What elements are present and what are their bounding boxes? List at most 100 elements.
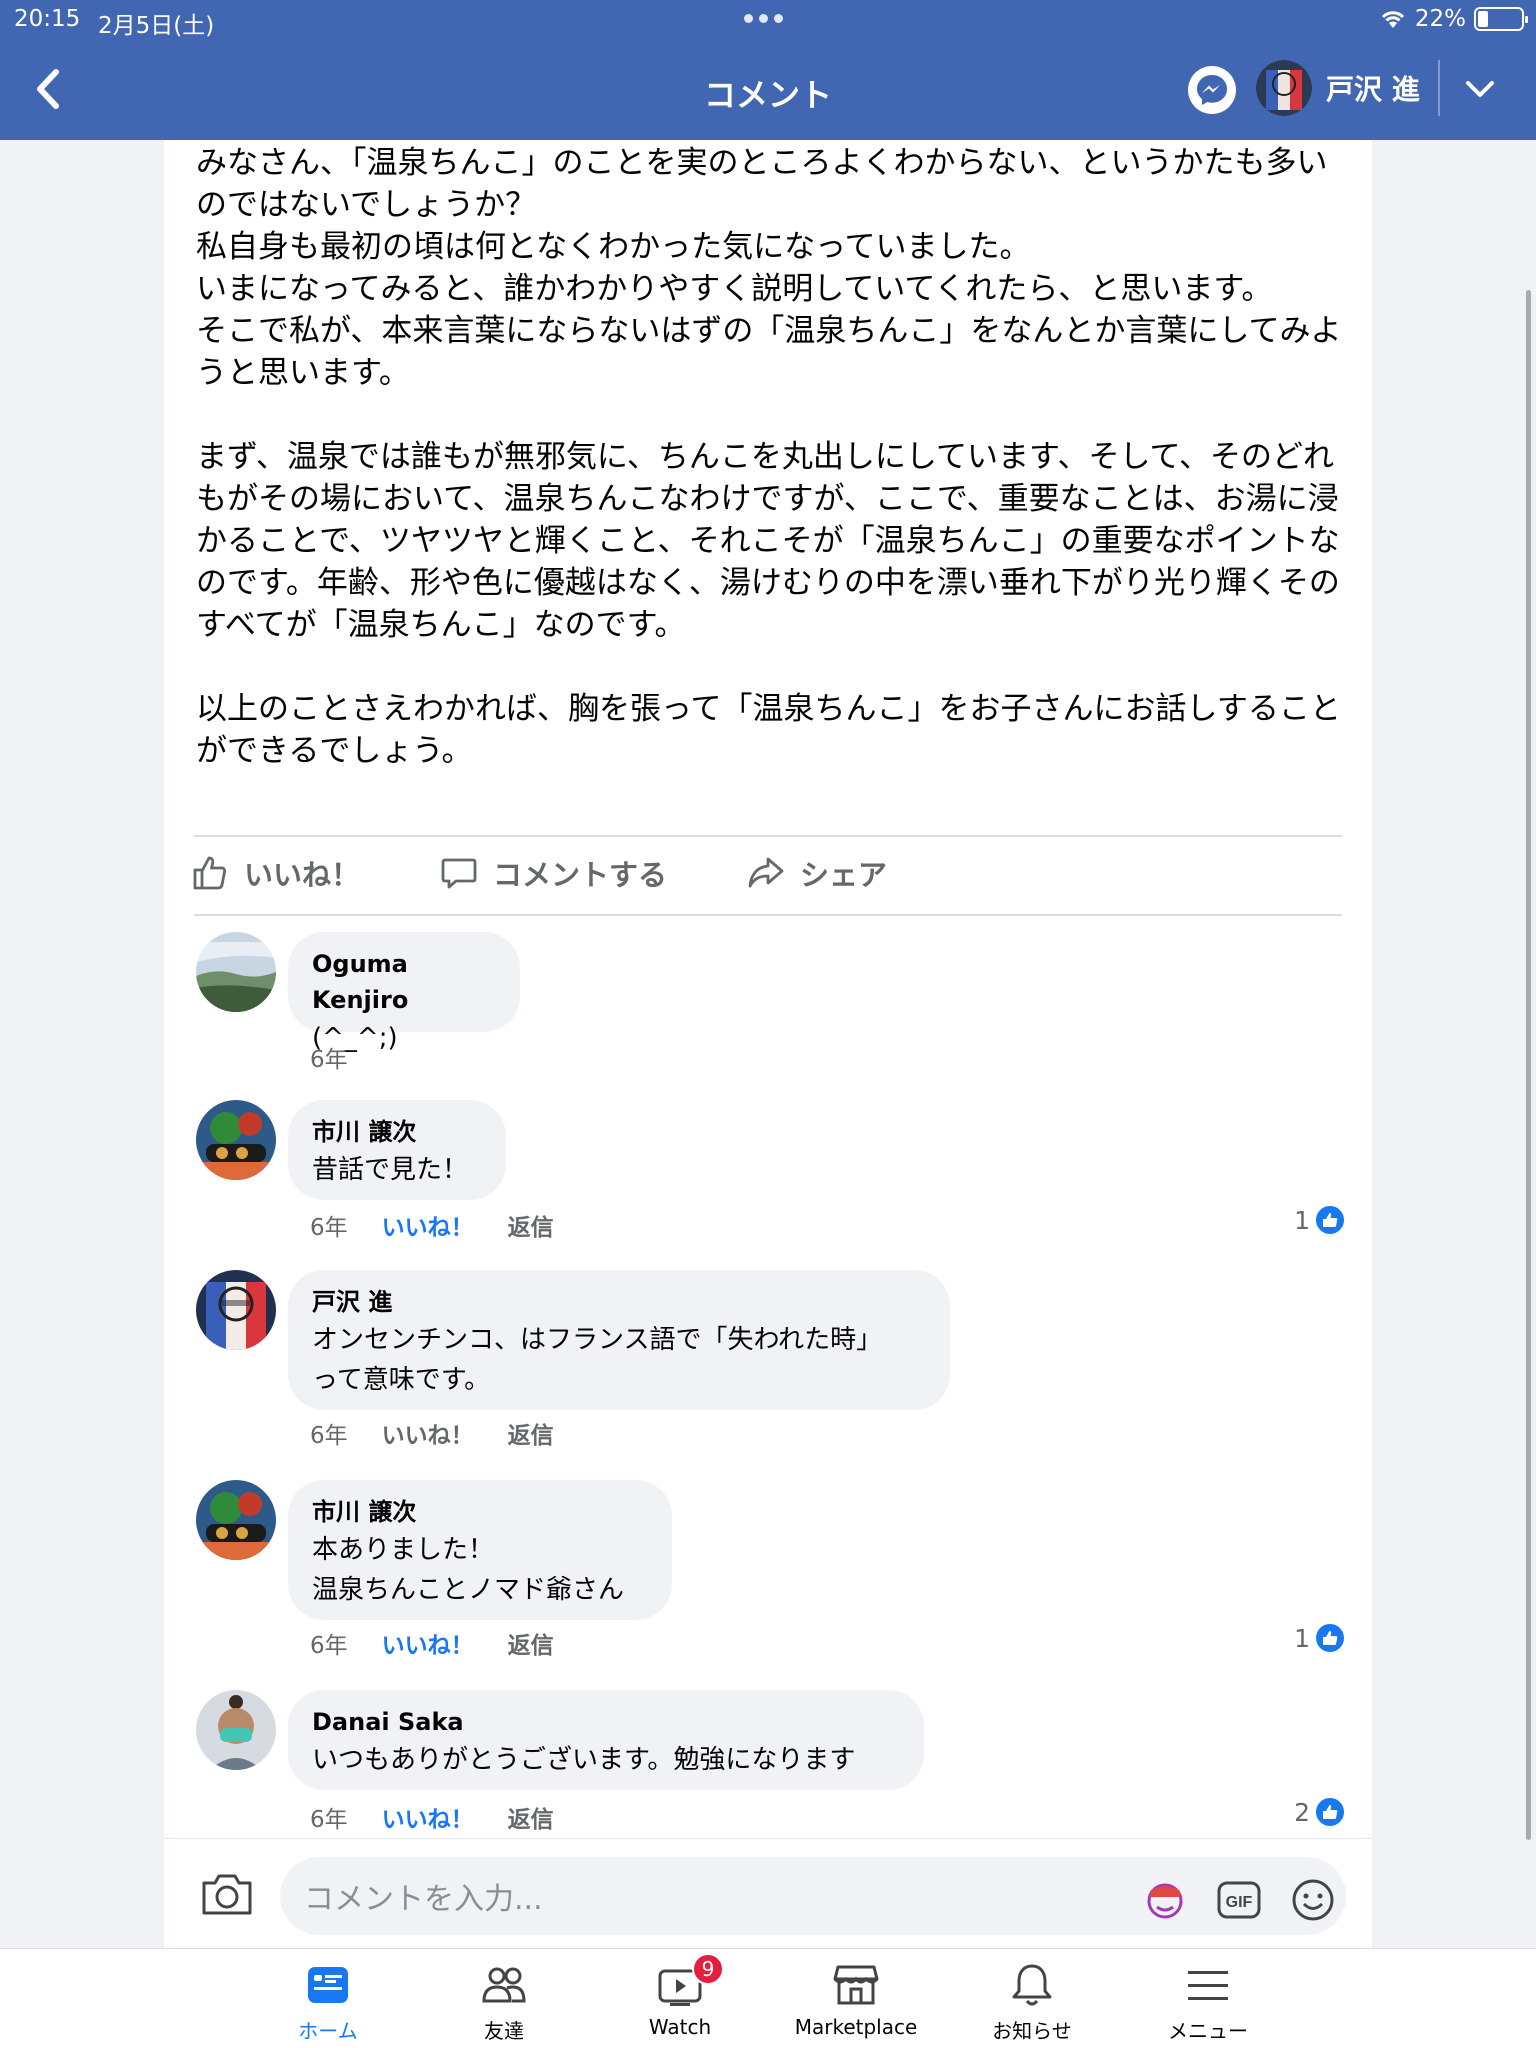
comment-meta: 6年 いいね！ 返信 xyxy=(310,1208,554,1242)
commenter-name[interactable]: Danai Saka xyxy=(312,1704,900,1740)
comment-time[interactable]: 6年 xyxy=(310,1800,348,1834)
bell-icon xyxy=(1012,1964,1052,2006)
comment-time[interactable]: 6年 xyxy=(310,1626,348,1660)
reaction-count[interactable]: 2 xyxy=(1294,1796,1346,1828)
post-panel: みなさん、「温泉ちんこ」のことを実のところよくわからない、というかたも多いのでは… xyxy=(164,140,1372,1948)
commenter-avatar[interactable] xyxy=(196,1100,276,1180)
share-label: シェア xyxy=(800,858,888,892)
tab-notifications-label: お知らせ xyxy=(992,2019,1072,2043)
tab-friends-label: 友達 xyxy=(484,2019,524,2043)
commenter-avatar[interactable] xyxy=(196,932,276,1012)
comment-time[interactable]: 6年 xyxy=(310,1208,348,1242)
wifi-icon xyxy=(1381,11,1404,28)
comment-button[interactable]: コメントする xyxy=(439,852,667,894)
speech-bubble-icon xyxy=(441,858,477,889)
comment-text: オンセンチンコ、はフランス語で「失われた時」 って意味です。 xyxy=(312,1325,883,1395)
comment-like-button[interactable]: いいね！ xyxy=(382,1800,474,1834)
home-feed-icon xyxy=(308,1967,348,2003)
comment-like-button[interactable]: いいね！ xyxy=(382,1626,474,1660)
comment-like-button[interactable]: いいね！ xyxy=(382,1208,474,1242)
comment-like-button[interactable]: いいね！ xyxy=(382,1416,474,1450)
gif-icon[interactable]: GIF xyxy=(1216,1877,1262,1923)
header-username: 戸沢 進 xyxy=(1326,73,1420,106)
scrollbar[interactable] xyxy=(1526,290,1531,1840)
like-reaction-icon xyxy=(1314,1622,1346,1654)
status-time: 20:15 xyxy=(14,6,81,32)
divider xyxy=(194,835,1342,837)
reaction-number: 1 xyxy=(1294,1623,1310,1653)
tab-menu-label: メニュー xyxy=(1168,2019,1248,2043)
divider xyxy=(194,914,1342,916)
svg-text:GIF: GIF xyxy=(1226,1894,1253,1911)
messenger-button[interactable] xyxy=(1188,66,1236,114)
commenter-name[interactable]: Oguma Kenjiro xyxy=(312,946,496,1018)
comment: 戸沢 進 オンセンチンコ、はフランス語で「失われた時」 って意味です。 6年 い… xyxy=(196,1270,1346,1449)
comment-input-placeholder: コメントを入力... xyxy=(304,1882,543,1917)
comment-bubble[interactable]: 戸沢 進 オンセンチンコ、はフランス語で「失われた時」 って意味です。 xyxy=(288,1270,950,1410)
comment-composer: コメントを入力... GIF xyxy=(164,1838,1372,1948)
comment-time[interactable]: 6年 xyxy=(310,1416,348,1450)
comment-reply-button[interactable]: 返信 xyxy=(508,1800,554,1834)
like-button[interactable]: いいね！ xyxy=(190,852,360,894)
back-button[interactable] xyxy=(30,68,64,110)
tab-home-label: ホーム xyxy=(298,2019,358,2043)
comment-bubble[interactable]: Danai Saka いつもありがとうございます。勉強になります xyxy=(288,1690,924,1790)
commenter-avatar[interactable] xyxy=(196,1270,276,1350)
share-arrow-icon xyxy=(748,857,784,888)
like-label: いいね！ xyxy=(244,858,361,892)
share-button[interactable]: シェア xyxy=(746,852,887,894)
commenter-name[interactable]: 市川 譲次 xyxy=(312,1494,648,1530)
commenter-avatar[interactable] xyxy=(196,1480,276,1560)
comment-bubble[interactable]: 市川 譲次 本ありました！ 温泉ちんことノマド爺さん xyxy=(288,1480,672,1620)
chevron-down-icon[interactable] xyxy=(1462,74,1498,104)
camera-icon[interactable] xyxy=(200,1871,254,1917)
status-date: 2月5日(土) xyxy=(98,13,215,39)
commenter-name[interactable]: 市川 譲次 xyxy=(312,1114,482,1150)
tab-home[interactable]: ホーム xyxy=(240,1961,416,2044)
comment-bubble[interactable]: Oguma Kenjiro (^_^;) xyxy=(288,932,520,1053)
friends-icon xyxy=(482,1967,526,2003)
comment-meta: 6年 いいね！ 返信 xyxy=(310,1800,554,1834)
comment-label: コメントする xyxy=(493,858,668,892)
comment-text: 昔話で見た！ xyxy=(312,1155,469,1185)
comment-reply-button[interactable]: 返信 xyxy=(508,1416,554,1450)
status-indicators: 22% xyxy=(1379,6,1528,32)
comment-reply-button[interactable]: 返信 xyxy=(508,1626,554,1660)
comment: Danai Saka いつもありがとうございます。勉強になります 6年 いいね！… xyxy=(196,1690,1346,1840)
notification-badge: 9 xyxy=(692,1953,724,1985)
comment-time[interactable]: 6年 xyxy=(310,1040,348,1074)
battery-icon xyxy=(1474,7,1528,31)
tab-menu[interactable]: メニュー xyxy=(1120,1961,1296,2044)
reaction-number: 1 xyxy=(1294,1205,1310,1235)
avatar-sticker-icon[interactable] xyxy=(1142,1877,1188,1923)
tab-watch[interactable]: 9 Watch xyxy=(592,1953,768,2039)
comment-bubble[interactable]: 市川 譲次 昔話で見た！ xyxy=(288,1100,506,1200)
app-header: 20:15 2月5日(土) 22% コメント 戸沢 進 xyxy=(0,0,1536,140)
like-reaction-icon xyxy=(1314,1204,1346,1236)
commenter-name[interactable]: 戸沢 進 xyxy=(312,1284,926,1320)
comment-meta: 6年 xyxy=(310,1040,348,1074)
profile-shortcut[interactable]: 戸沢 進 xyxy=(1256,60,1420,116)
battery-percent: 22% xyxy=(1414,6,1466,32)
tab-marketplace-label: Marketplace xyxy=(794,2015,918,2039)
user-avatar xyxy=(1256,60,1312,116)
comment-meta: 6年 いいね！ 返信 xyxy=(310,1416,554,1450)
comment-reply-button[interactable]: 返信 xyxy=(508,1208,554,1242)
header-divider xyxy=(1438,60,1440,116)
tab-friends[interactable]: 友達 xyxy=(416,1961,592,2044)
tab-marketplace[interactable]: Marketplace xyxy=(768,1961,944,2039)
tab-watch-label: Watch xyxy=(648,2015,712,2039)
reaction-count[interactable]: 1 xyxy=(1294,1204,1346,1236)
comment: Oguma Kenjiro (^_^;) 6年 xyxy=(196,932,1346,1092)
post-text: みなさん、「温泉ちんこ」のことを実のところよくわからない、というかたも多いのでは… xyxy=(196,145,1342,769)
reaction-count[interactable]: 1 xyxy=(1294,1622,1346,1654)
comment: 市川 譲次 本ありました！ 温泉ちんことノマド爺さん 6年 いいね！ 返信 1 xyxy=(196,1480,1346,1659)
multitasking-dots-icon[interactable] xyxy=(744,14,783,23)
marketplace-store-icon xyxy=(833,1965,879,2005)
tab-notifications[interactable]: お知らせ xyxy=(944,1961,1120,2044)
comment-text: いつもありがとうございます。勉強になります xyxy=(312,1745,856,1775)
emoji-icon[interactable] xyxy=(1290,1877,1336,1923)
like-reaction-icon xyxy=(1314,1796,1346,1828)
thumbs-up-icon xyxy=(193,856,227,890)
commenter-avatar[interactable] xyxy=(196,1690,276,1770)
